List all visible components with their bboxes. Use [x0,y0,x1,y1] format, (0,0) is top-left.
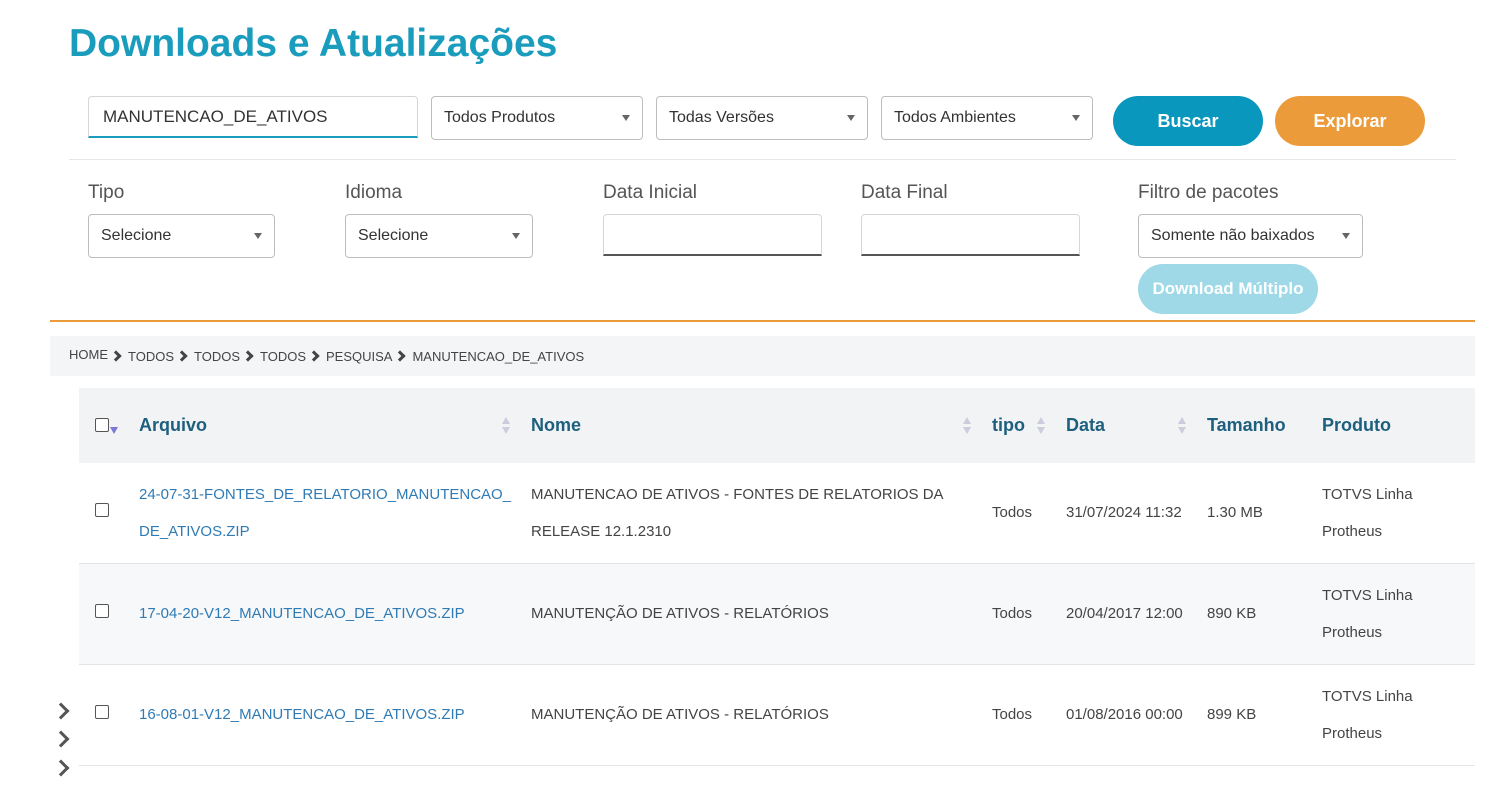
caret-down-icon[interactable] [110,427,118,434]
tamanho-cell: 1.30 MB [1207,504,1263,521]
arquivo-link[interactable]: 24-07-31-FONTES_DE_RELATORIO_MANUTENCAO_… [139,476,511,550]
table-row: 24-07-31-FONTES_DE_RELATORIO_MANUTENCAO_… [79,463,1475,564]
arquivo-line[interactable]: 24-07-31-FONTES_DE_RELATORIO_MANUTENCAO_ [139,476,511,513]
row-checkbox[interactable] [95,503,109,517]
breadcrumb-item[interactable]: MANUTENCAO_DE_ATIVOS [412,349,584,364]
nome-line: RELEASE 12.1.2310 [531,523,672,540]
page-title: Downloads e Atualizações [69,22,558,65]
table-header: Arquivo Nome tipo Data Tamanho Produto [79,388,1475,463]
sort-icon[interactable] [962,417,972,435]
produto-line: TOTVS Linha [1322,688,1413,705]
data-final-input[interactable] [861,214,1080,256]
breadcrumb-item[interactable]: TODOS [260,349,306,364]
produto-cell: TOTVS Linha Protheus [1322,476,1413,550]
arquivo-line[interactable]: DE_ATIVOS.ZIP [139,513,511,550]
produtos-select-value: Todos Produtos [444,109,556,126]
caret-down-icon [622,115,630,121]
orange-divider [50,320,1475,322]
arquivo-link[interactable]: 17-04-20-V12_MANUTENCAO_DE_ATIVOS.ZIP [139,595,465,632]
column-header-arquivo[interactable]: Arquivo [139,388,207,463]
produto-line: Protheus [1322,725,1383,742]
filtro-pacotes-label: Filtro de pacotes [1138,182,1279,203]
produto-line: Protheus [1322,624,1383,641]
breadcrumb-item[interactable]: HOME [69,347,108,362]
column-header-tipo[interactable]: tipo [992,388,1025,463]
produto-line: Protheus [1322,523,1383,540]
caret-down-icon [512,233,520,239]
chevron-right-icon [242,350,254,362]
filtro-pacotes-select-value: Somente não baixados [1151,227,1315,244]
chevron-right-icon [176,350,188,362]
nome-cell: MANUTENCAO DE ATIVOS - FONTES DE RELATOR… [531,476,944,550]
data-cell: 20/04/2017 12:00 [1066,605,1183,622]
data-final-label: Data Final [861,182,948,203]
tamanho-cell: 899 KB [1207,706,1257,723]
versoes-select-value: Todas Versões [669,109,774,126]
download-multiplo-button[interactable]: Download Múltiplo [1138,264,1318,314]
column-header-produto[interactable]: Produto [1322,388,1391,463]
row-checkbox[interactable] [95,604,109,618]
chevron-right-icon[interactable] [52,702,70,720]
data-inicial-label: Data Inicial [603,182,697,203]
select-all-checkbox[interactable] [95,418,109,432]
idioma-select[interactable]: Selecione [345,214,533,258]
tipo-cell: Todos [992,605,1033,622]
nome-cell: MANUTENÇÃO DE ATIVOS - RELATÓRIOS [531,706,829,723]
caret-down-icon [1342,233,1350,239]
chevron-right-icon [110,350,122,362]
arquivo-link[interactable]: 16-08-01-V12_MANUTENCAO_DE_ATIVOS.ZIP [139,696,465,733]
produto-line: TOTVS Linha [1322,486,1413,503]
filtro-pacotes-select[interactable]: Somente não baixados [1138,214,1363,258]
chevron-right-icon[interactable] [52,759,70,777]
chevron-right-icon[interactable] [52,730,70,748]
column-header-data[interactable]: Data [1066,388,1105,463]
tipo-cell: Todos [992,504,1033,521]
data-cell: 31/07/2024 11:32 [1066,504,1182,521]
tipo-cell: Todos [992,706,1033,723]
sort-icon[interactable] [1177,417,1187,435]
ambientes-select-value: Todos Ambientes [894,109,1016,126]
breadcrumb-item[interactable]: TODOS [194,349,240,364]
versoes-select[interactable]: Todas Versões [656,96,868,140]
column-header-tamanho[interactable]: Tamanho [1207,388,1286,463]
nome-cell: MANUTENÇÃO DE ATIVOS - RELATÓRIOS [531,605,829,622]
explorar-button[interactable]: Explorar [1275,96,1425,146]
chevron-right-icon [308,350,320,362]
produto-cell: TOTVS Linha Protheus [1322,678,1413,752]
produtos-select[interactable]: Todos Produtos [431,96,643,140]
idioma-label: Idioma [345,182,403,203]
column-header-nome[interactable]: Nome [531,388,581,463]
divider [69,159,1456,160]
table-row: 16-08-01-V12_MANUTENCAO_DE_ATIVOS.ZIP MA… [79,665,1475,766]
caret-down-icon [847,115,855,121]
sort-icon[interactable] [1036,417,1046,435]
nome-line: MANUTENCAO DE ATIVOS - FONTES DE RELATOR… [531,486,944,503]
caret-down-icon [1072,115,1080,121]
produto-line: TOTVS Linha [1322,587,1413,604]
tamanho-cell: 890 KB [1207,605,1257,622]
produto-cell: TOTVS Linha Protheus [1322,577,1413,651]
caret-down-icon [254,233,262,239]
tipo-label: Tipo [88,182,125,203]
tipo-select-value: Selecione [101,227,172,244]
idioma-select-value: Selecione [358,227,429,244]
tipo-select[interactable]: Selecione [88,214,275,258]
sort-icon[interactable] [501,417,511,435]
table-row: 17-04-20-V12_MANUTENCAO_DE_ATIVOS.ZIP MA… [79,564,1475,665]
data-cell: 01/08/2016 00:00 [1066,706,1183,723]
chevron-right-icon [394,350,407,362]
ambientes-select[interactable]: Todos Ambientes [881,96,1093,140]
row-checkbox[interactable] [95,705,109,719]
search-input[interactable]: MANUTENCAO_DE_ATIVOS [88,96,418,138]
breadcrumb-item[interactable]: PESQUISA [326,349,392,364]
breadcrumb: HOME TODOS TODOS TODOS PESQUISA MANUTENC… [50,336,1475,376]
buscar-button[interactable]: Buscar [1113,96,1263,146]
breadcrumb-item[interactable]: TODOS [128,349,174,364]
data-inicial-input[interactable] [603,214,822,256]
